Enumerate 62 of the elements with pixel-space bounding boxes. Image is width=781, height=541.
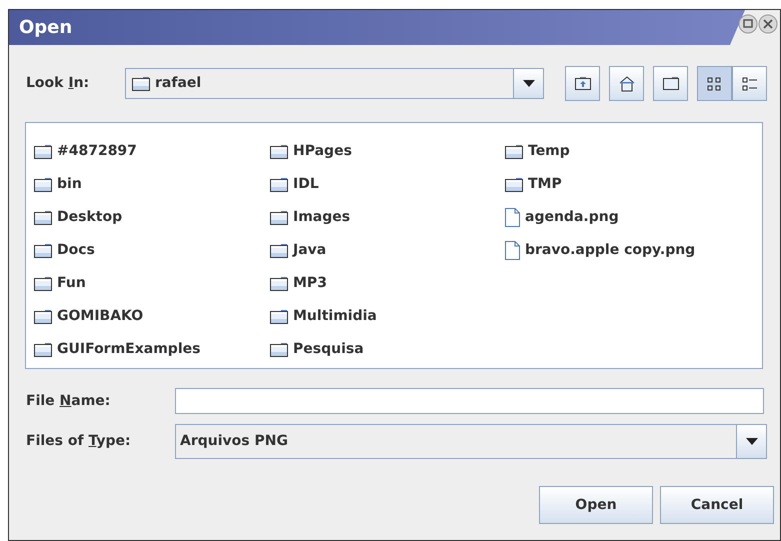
folder-icon	[270, 144, 288, 159]
folder-icon	[34, 342, 52, 357]
folder-icon	[270, 342, 288, 357]
folder-name[interactable]: #4872897	[57, 141, 137, 162]
folder-icon	[505, 144, 523, 159]
list-view-icon	[706, 76, 722, 92]
caret-icon	[522, 80, 534, 87]
window-title: Open	[19, 16, 72, 40]
folder-name[interactable]: Desktop	[57, 207, 122, 228]
home-button[interactable]	[609, 66, 644, 101]
file-name-field[interactable]	[175, 388, 764, 414]
look-in-value: rafael	[155, 74, 202, 93]
folder-icon	[34, 243, 52, 258]
folder-name[interactable]: Java	[293, 240, 326, 261]
file-icon	[505, 208, 520, 227]
folder-name[interactable]: bin	[57, 174, 82, 195]
folder-button[interactable]	[653, 66, 688, 101]
folder-name[interactable]: Multimidia	[293, 306, 377, 327]
file-type-dropdown[interactable]: Arquivos PNG	[175, 424, 767, 459]
folder-name[interactable]: GUIFormExamples	[57, 339, 200, 360]
folder-icon	[34, 210, 52, 225]
folder-icon	[270, 177, 288, 192]
folder-name[interactable]: GOMIBAKO	[57, 306, 144, 327]
folder-name[interactable]: Images	[293, 207, 350, 228]
folder-icon	[34, 276, 52, 291]
look-in-label: Look In:	[26, 74, 90, 93]
file-name-label: File Name:	[26, 392, 112, 410]
file-name[interactable]: agenda.png	[525, 207, 619, 228]
folder-icon	[270, 243, 288, 258]
folder-name[interactable]: MP3	[293, 273, 327, 294]
folder-icon	[270, 276, 288, 291]
home-icon	[618, 76, 634, 92]
file-type-value: Arquivos PNG	[179, 432, 289, 451]
folder-name[interactable]: TMP	[528, 174, 562, 195]
folder-name[interactable]: Docs	[57, 240, 95, 261]
folder-icon	[34, 177, 52, 192]
folder-name[interactable]: IDL	[293, 174, 319, 195]
folder-up-button[interactable]	[565, 66, 600, 101]
folder-icon	[662, 76, 678, 92]
caret-icon	[746, 438, 758, 445]
folder-icon	[270, 210, 288, 225]
file-type-label: Files of Type:	[26, 432, 132, 451]
folder-name[interactable]: Pesquisa	[293, 339, 364, 360]
close-icon[interactable]	[758, 14, 778, 34]
folder-name[interactable]: Fun	[57, 273, 86, 294]
look-in-dropdown[interactable]: rafael	[125, 68, 544, 99]
file-icon	[505, 241, 520, 260]
list-view-button[interactable]	[697, 66, 732, 101]
details-view-button[interactable]	[732, 66, 767, 101]
folder-icon	[34, 309, 52, 324]
folder-icon	[132, 76, 150, 91]
folder-icon	[270, 309, 288, 324]
details-view-icon	[742, 76, 758, 92]
maximize-icon[interactable]	[738, 14, 758, 34]
folder-icon	[505, 177, 523, 192]
folder-name[interactable]: Temp	[528, 141, 570, 162]
file-name[interactable]: bravo.apple copy.png	[525, 240, 696, 261]
folder-name[interactable]: HPages	[293, 141, 352, 162]
folder-icon	[34, 144, 52, 159]
dialog-button[interactable]: Cancel	[660, 486, 774, 524]
folder-up-icon	[574, 76, 590, 92]
dialog-button[interactable]: Open	[539, 486, 653, 524]
